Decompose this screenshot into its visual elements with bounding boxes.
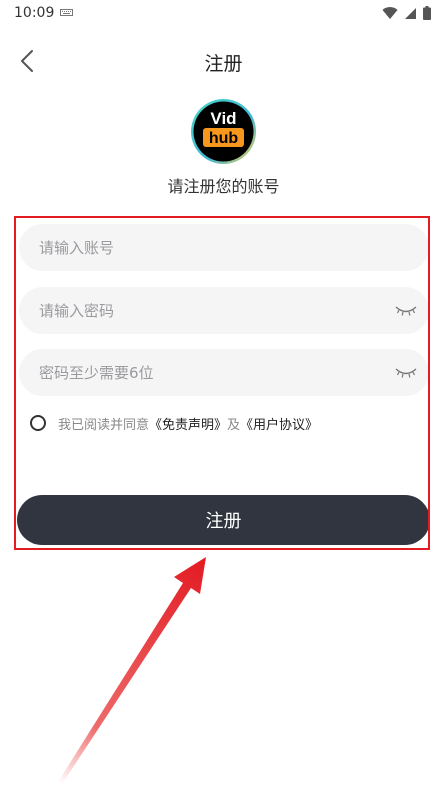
logo-line2: hub bbox=[209, 130, 239, 147]
keyboard-icon bbox=[60, 9, 73, 16]
status-time: 10:09 bbox=[14, 5, 55, 21]
logo-line1: Vid bbox=[210, 109, 236, 128]
status-bar: 10:09 bbox=[0, 0, 447, 26]
vidhub-logo: Vid hub bbox=[191, 99, 256, 164]
register-page: 10:09 注册 Vid hub 请注册您的账号 请输入账号 我已阅读并同意 《… bbox=[0, 0, 447, 796]
register-subtitle: 请注册您的账号 bbox=[167, 177, 280, 196]
battery-icon bbox=[423, 6, 431, 20]
annotation-highlight-box bbox=[14, 216, 430, 550]
cellular-signal-icon bbox=[405, 7, 416, 19]
page-title: 注册 bbox=[204, 53, 243, 75]
header: 注册 bbox=[0, 40, 447, 84]
status-icons bbox=[382, 6, 431, 20]
wifi-icon bbox=[382, 6, 398, 19]
